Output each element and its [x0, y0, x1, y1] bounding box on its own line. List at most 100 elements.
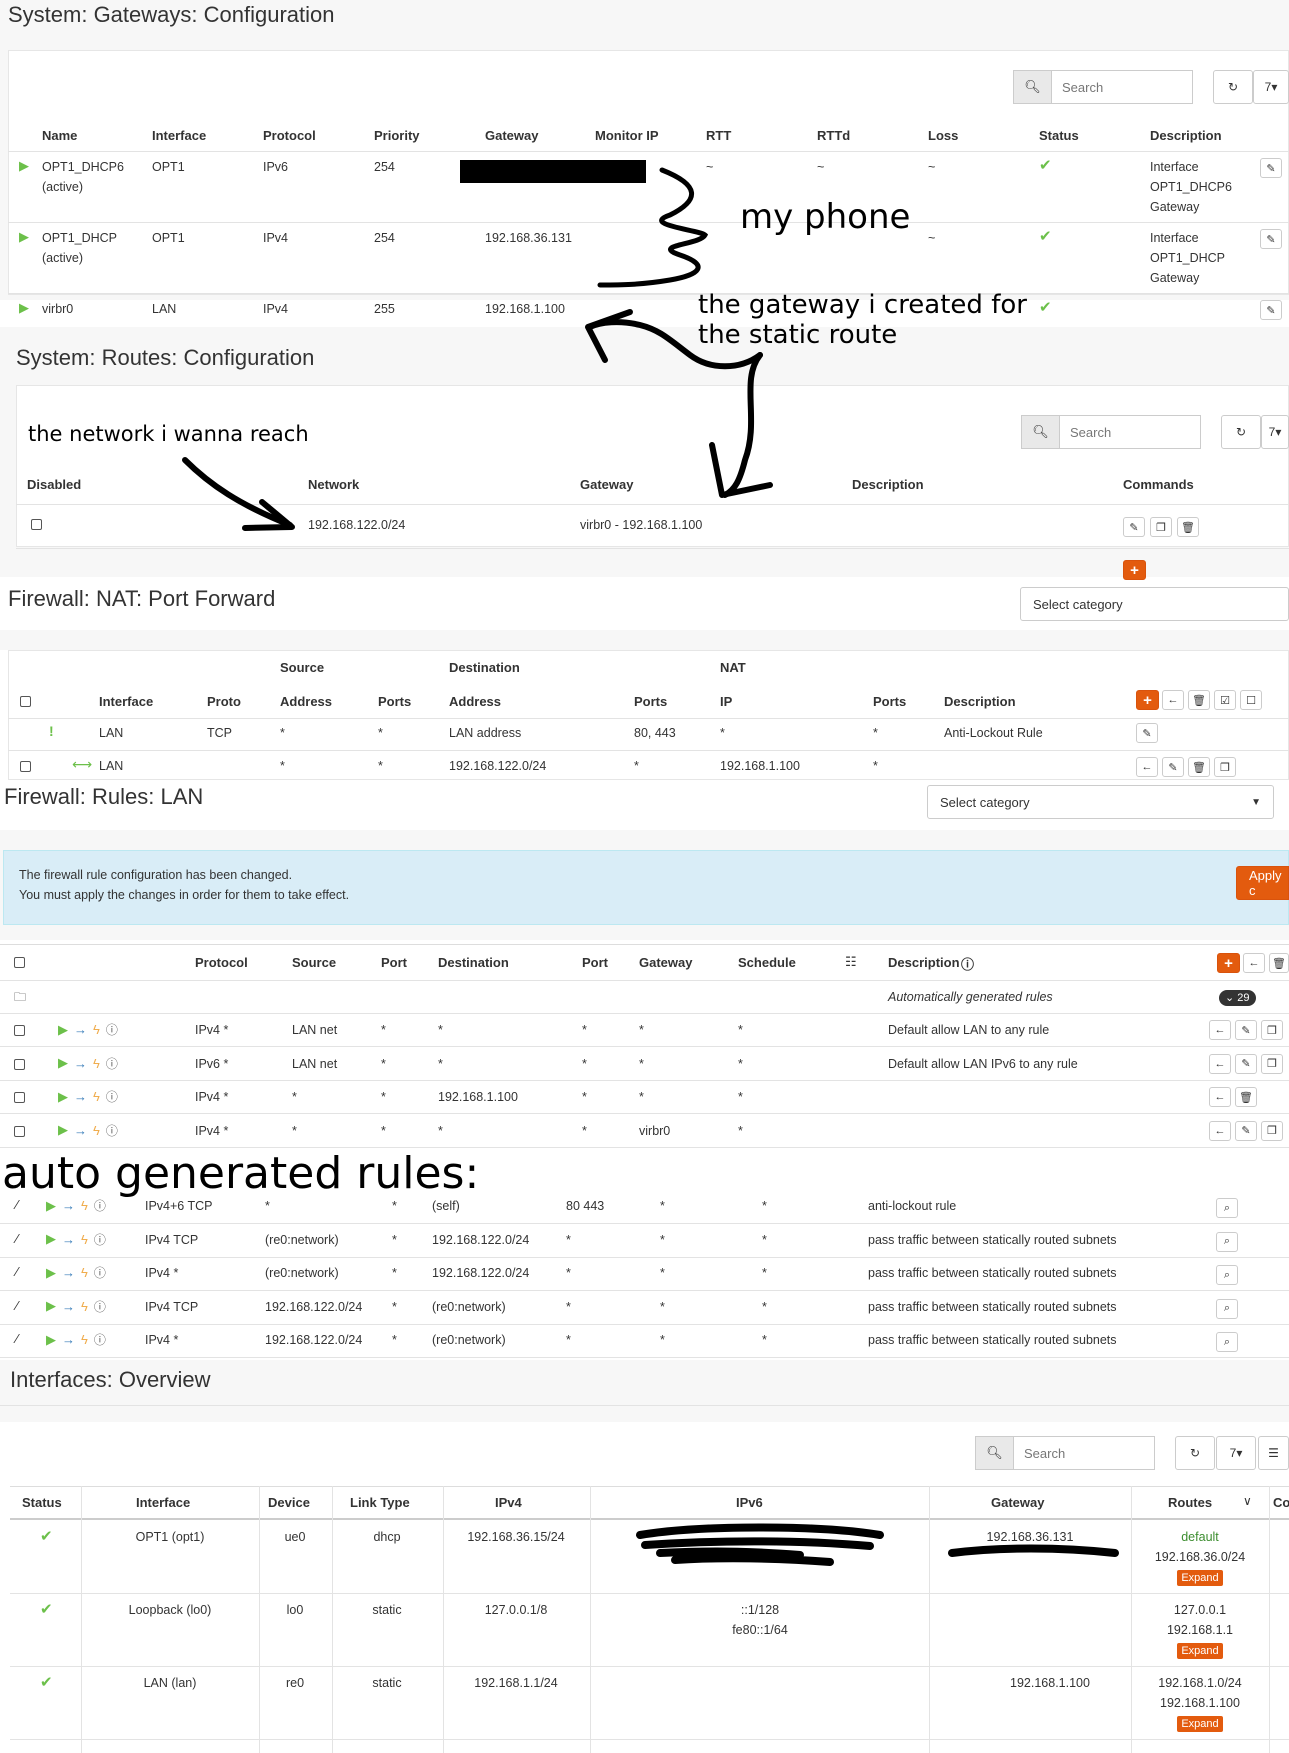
col-link-type[interactable]: Link Type [350, 1495, 410, 1510]
col-proto[interactable]: Proto [207, 694, 241, 709]
col-description[interactable]: Description [888, 955, 960, 970]
col-interface[interactable]: Interface [99, 694, 153, 709]
gateways-search-input[interactable]: Search [1052, 80, 1103, 95]
col-ipv6[interactable]: IPv6 [736, 1495, 763, 1510]
col-dport[interactable]: Port [582, 955, 608, 970]
info-icon[interactable]: ⓘ [94, 1298, 106, 1315]
col-device[interactable]: Device [268, 1495, 310, 1510]
interfaces-search-input[interactable]: Search [1014, 1446, 1065, 1461]
col-gateway[interactable]: Gateway [639, 955, 692, 970]
edit-button[interactable]: ✎ [1123, 517, 1145, 537]
col-commands[interactable]: Co [1273, 1495, 1289, 1510]
delete-button[interactable]: 🗑︎ [1177, 517, 1199, 537]
page-size-dropdown[interactable]: 7 ▾ [1261, 415, 1289, 449]
col-nat-ip[interactable]: IP [720, 694, 732, 709]
col-interface[interactable]: Interface [152, 128, 206, 143]
col-description[interactable]: Description [944, 694, 1016, 709]
routes-search-input[interactable]: Search [1060, 425, 1111, 440]
clone-button[interactable]: ❐ [1150, 517, 1172, 537]
col-ipv4[interactable]: IPv4 [495, 1495, 522, 1510]
nat-category-select[interactable]: Select category [1020, 587, 1289, 621]
edit-button[interactable]: ✎ [1162, 757, 1184, 777]
col-gateway[interactable]: Gateway [580, 477, 633, 492]
info-icon[interactable]: ⓘ [94, 1231, 106, 1248]
inspect-button[interactable]: ⌕ [1216, 1231, 1238, 1252]
auto-rules-count[interactable]: ⌄ 29 [1219, 990, 1256, 1006]
select-all-checkbox[interactable] [20, 696, 31, 707]
edit-button[interactable]: ✎ [1260, 229, 1282, 249]
col-protocol[interactable]: Protocol [195, 955, 248, 970]
page-size-dropdown[interactable]: 7 ▾ [1216, 1436, 1256, 1470]
col-gateway[interactable]: Gateway [991, 1495, 1044, 1510]
rule-checkbox[interactable] [14, 1125, 25, 1137]
move-button[interactable]: ← [1243, 953, 1265, 973]
routes-search[interactable]: 🔍︎ Search [1021, 415, 1201, 449]
inspect-button[interactable]: ⌕ [1216, 1198, 1238, 1218]
page-size-dropdown[interactable]: 7 ▾ [1253, 70, 1289, 104]
add-rule-button[interactable]: + [1217, 953, 1240, 973]
play-icon[interactable]: ▶ [58, 1089, 68, 1105]
edit-button[interactable]: ✎ [1235, 1020, 1257, 1040]
info-icon[interactable]: ⓘ [106, 1088, 118, 1105]
delete-button[interactable]: 🗑︎ [1269, 953, 1289, 973]
col-gateway[interactable]: Gateway [485, 128, 538, 143]
delete-button[interactable]: 🗑︎ [1188, 690, 1210, 710]
rule-checkbox[interactable] [14, 1025, 25, 1036]
expand-routes-button[interactable]: Expand [1131, 1642, 1269, 1659]
edit-button[interactable]: ✎ [1260, 158, 1282, 178]
col-disabled[interactable]: Disabled [27, 477, 81, 492]
delete-button[interactable]: 🗑︎ [1235, 1087, 1257, 1107]
move-button[interactable]: ← [1209, 1087, 1231, 1107]
move-button[interactable]: ← [1209, 1120, 1231, 1141]
clone-button[interactable]: ❐ [1261, 1020, 1283, 1040]
columns-button[interactable]: ☰ [1258, 1436, 1289, 1470]
rule-checkbox[interactable] [14, 1092, 25, 1103]
disabled-checkbox[interactable] [31, 519, 42, 530]
col-loss[interactable]: Loss [928, 128, 958, 143]
inspect-button[interactable]: ⌕ [1216, 1332, 1238, 1352]
select-all-checkbox[interactable] [14, 957, 25, 968]
chevron-down-icon[interactable]: ∨ [1243, 1494, 1252, 1508]
col-src-address[interactable]: Address [280, 694, 332, 709]
expand-routes-button[interactable]: Expand [1131, 1569, 1269, 1586]
play-icon[interactable]: ▶ [58, 1022, 68, 1038]
edit-button[interactable]: ✎ [1136, 723, 1158, 743]
col-priority[interactable]: Priority [374, 128, 420, 143]
col-destination[interactable]: Destination [438, 955, 509, 970]
col-monitor-ip[interactable]: Monitor IP [595, 128, 659, 143]
auto-rules-label[interactable]: Automatically generated rules [888, 987, 1053, 1007]
edit-button[interactable]: ✎ [1235, 1120, 1257, 1141]
col-dst-address[interactable]: Address [449, 694, 501, 709]
edit-button[interactable]: ✎ [1235, 1053, 1257, 1074]
col-rttd[interactable]: RTTd [817, 128, 850, 143]
col-description[interactable]: Description [1150, 128, 1222, 143]
clone-button[interactable]: ❐ [1214, 757, 1236, 777]
play-icon[interactable]: ▶ [58, 1055, 68, 1071]
col-port[interactable]: Port [381, 955, 407, 970]
col-nat-ports[interactable]: Ports [873, 694, 906, 709]
col-schedule[interactable]: Schedule [738, 955, 796, 970]
col-status[interactable]: Status [22, 1495, 62, 1510]
add-nat-button[interactable]: + [1136, 690, 1159, 710]
refresh-button[interactable]: ↻ [1221, 415, 1261, 449]
apply-button[interactable]: Apply c [1236, 866, 1289, 900]
clone-button[interactable]: ❐ [1261, 1120, 1283, 1141]
info-icon[interactable]: ⓘ [106, 1122, 118, 1139]
col-rtt[interactable]: RTT [706, 128, 731, 143]
move-button[interactable]: ← [1209, 1020, 1231, 1040]
col-description[interactable]: Description [852, 477, 924, 492]
move-button[interactable]: ← [1209, 1053, 1231, 1074]
col-protocol[interactable]: Protocol [263, 128, 316, 143]
col-interface[interactable]: Interface [136, 1495, 190, 1510]
clone-button[interactable]: ❐ [1261, 1053, 1283, 1074]
info-icon[interactable]: ⓘ [106, 1021, 118, 1038]
col-routes[interactable]: Routes [1168, 1495, 1212, 1510]
edit-button[interactable]: ✎ [1260, 300, 1282, 320]
inspect-button[interactable]: ⌕ [1216, 1298, 1238, 1319]
info-icon[interactable]: ⓘ [94, 1197, 106, 1214]
col-dst-ports[interactable]: Ports [634, 694, 667, 709]
info-icon[interactable]: ⓘ [94, 1264, 106, 1281]
rules-category-select[interactable]: Select category ▼ [927, 785, 1274, 819]
add-route-button[interactable]: + [1123, 560, 1146, 580]
delete-button[interactable]: 🗑︎ [1188, 757, 1210, 777]
